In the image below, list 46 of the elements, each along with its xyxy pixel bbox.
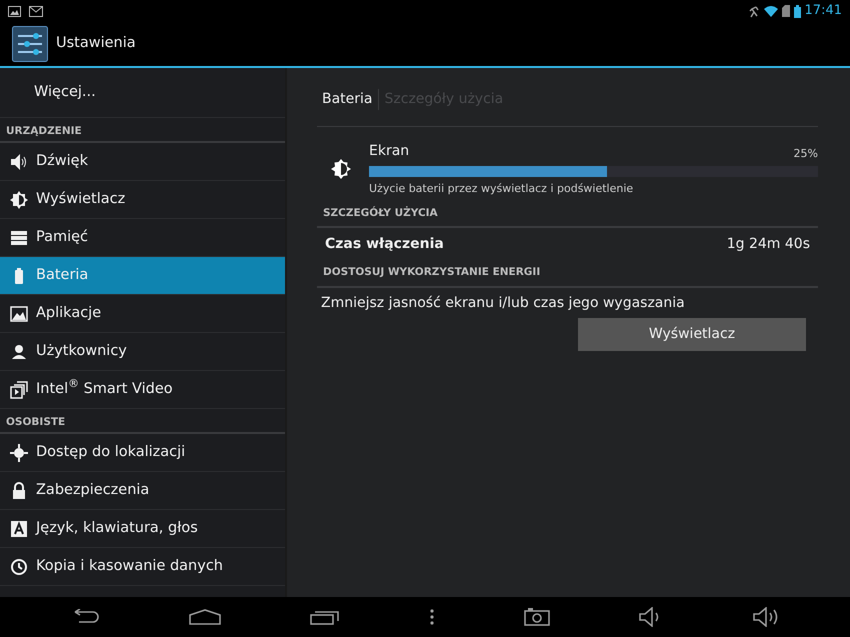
settings-icon[interactable] [12, 26, 48, 62]
section-header: OSOBISTE [0, 409, 285, 434]
mail-icon [29, 6, 43, 16]
recent-apps-icon[interactable] [310, 609, 340, 625]
wifi-icon [764, 6, 778, 16]
stacked-screens-icon [10, 380, 28, 398]
location-icon [10, 444, 28, 462]
stat-value: 1g 24m 40s [726, 235, 810, 254]
sidebar-item[interactable]: Kopia i kasowanie danych [0, 548, 285, 586]
sidebar-item[interactable]: Użytkownicy [0, 333, 285, 371]
brightness-icon [331, 159, 351, 180]
backup-icon [10, 558, 28, 576]
section-header: SZCZEGÓŁY UŻYCIA [317, 204, 818, 228]
brightness-icon [10, 190, 28, 208]
breadcrumb[interactable]: Bateria [317, 88, 378, 110]
storage-icon [10, 228, 28, 246]
battery-icon [794, 4, 801, 18]
sidebar-item[interactable]: Intel$^{®}$ Smart Video [0, 371, 285, 409]
speaker-icon [10, 152, 28, 170]
picture-icon [10, 304, 28, 322]
usage-description: Użycie baterii przez wyświetlacz i podświetlenie [369, 181, 634, 197]
sidebar-item[interactable]: Aplikacje [0, 295, 285, 333]
letter-a-tile-icon [10, 520, 28, 538]
menu-icon[interactable] [430, 609, 434, 625]
sidebar-item[interactable]: Dostęp do lokalizacji [0, 434, 285, 472]
sidebar-item[interactable]: Bateria [0, 257, 285, 295]
sidebar-item[interactable]: Wyświetlacz [0, 181, 285, 219]
sidebar-item[interactable]: Dźwięk [0, 143, 285, 181]
app-title: Ustawienia [56, 34, 136, 54]
stat-label: Czas włączenia [325, 235, 444, 254]
section-header: URZĄDZENIE [0, 118, 285, 143]
tip-text: Zmniejsz jasność ekranu i/lub czas jego wygaszania [320, 294, 686, 313]
usage-percent: 25% [794, 146, 818, 162]
running-figure-icon [748, 4, 760, 18]
sidebar-item[interactable]: Język, klawiatura, głos [0, 510, 285, 548]
person-icon [10, 342, 28, 360]
usage-label: Ekran [369, 142, 410, 161]
camera-icon[interactable] [524, 608, 550, 626]
picture-icon [8, 6, 21, 16]
home-icon[interactable] [188, 609, 221, 625]
no-sim-icon [782, 5, 790, 17]
section-header: DOSTOSUJ WYKORZYSTANIE ENERGII [317, 263, 818, 288]
display-settings-button[interactable]: Wyświetlacz [578, 318, 806, 351]
clock-time: 17:41 [804, 2, 842, 20]
padlock-icon [10, 482, 28, 500]
sidebar-item[interactable]: Zabezpieczenia [0, 472, 285, 510]
